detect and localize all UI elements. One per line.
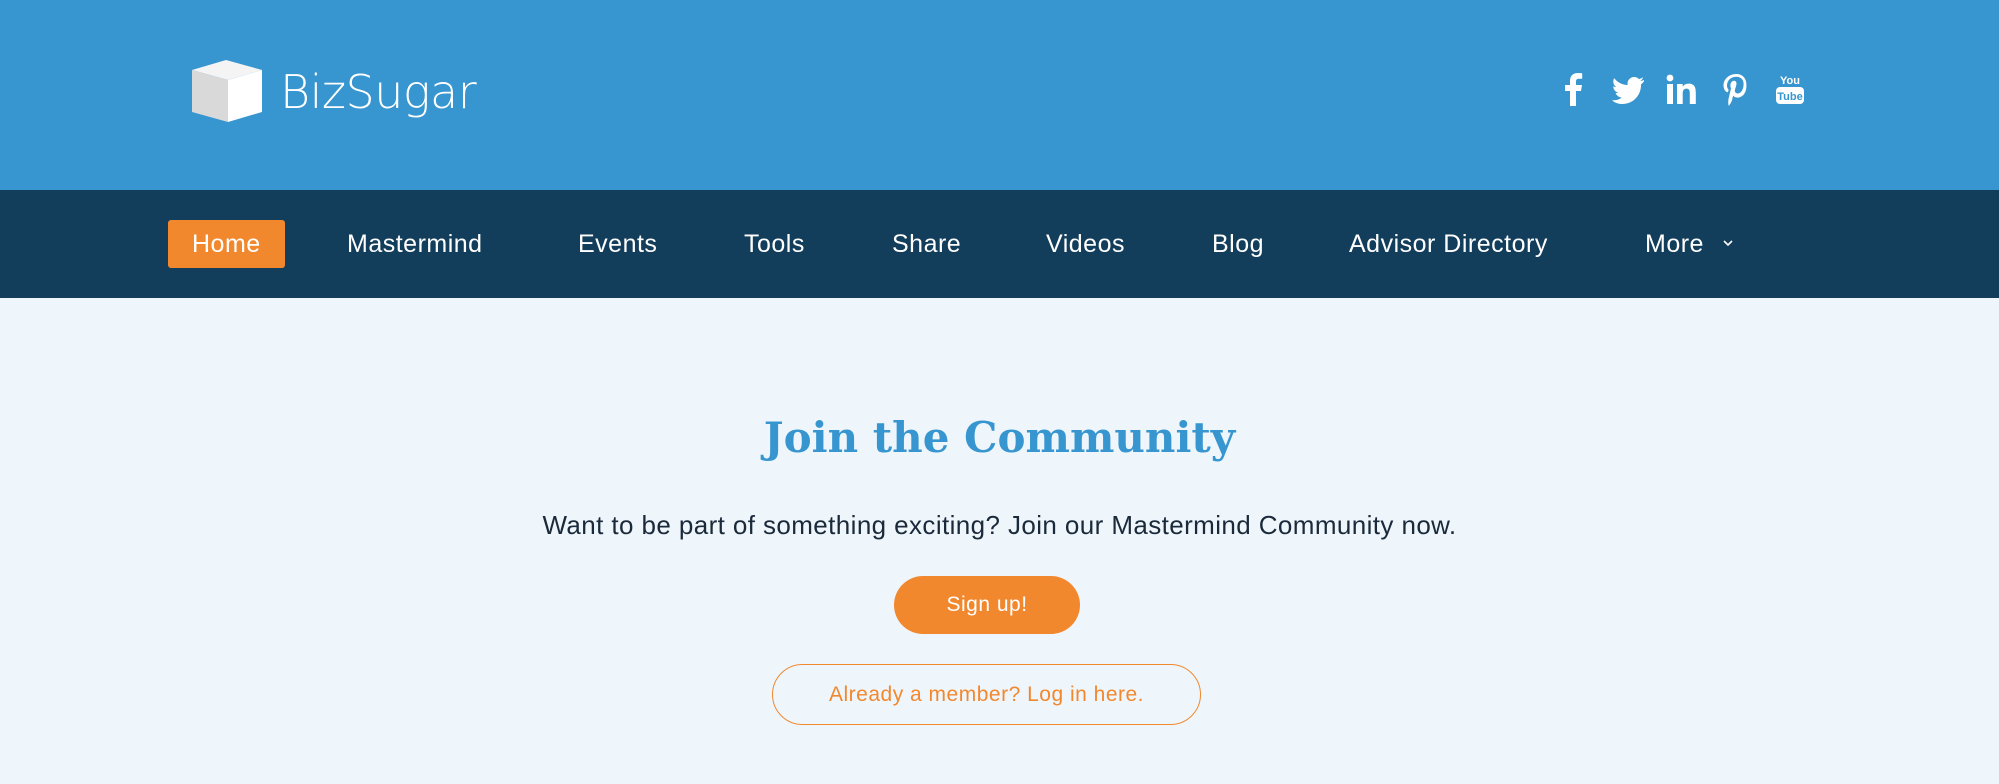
nav-item-blog[interactable]: Blog [1212,220,1264,268]
signup-button[interactable]: Sign up! [894,576,1080,634]
facebook-icon[interactable] [1556,72,1592,108]
login-button[interactable]: Already a member? Log in here. [772,664,1201,725]
cube-logo-icon [192,60,262,122]
youtube-icon[interactable]: You Tube [1772,72,1808,108]
nav-item-home[interactable]: Home [168,220,285,268]
nav-item-tools[interactable]: Tools [744,220,805,268]
site-header: BizSugar You Tube [0,0,1999,190]
nav-item-mastermind[interactable]: Mastermind [347,220,483,268]
nav-item-events[interactable]: Events [578,220,657,268]
svg-text:Tube: Tube [1777,91,1802,103]
nav-item-advisor-directory[interactable]: Advisor Directory [1349,220,1548,268]
twitter-icon[interactable] [1610,72,1646,108]
chevron-down-icon [1723,240,1733,247]
social-links: You Tube [1556,72,1826,108]
join-section: Join the Community Want to be part of so… [0,298,1999,784]
pinterest-icon[interactable] [1718,72,1754,108]
nav-item-videos[interactable]: Videos [1046,220,1125,268]
linkedin-icon[interactable] [1664,72,1700,108]
logo[interactable]: BizSugar [188,60,477,124]
nav-item-more[interactable]: More [1645,220,1733,268]
nav-item-more-label: More [1645,230,1704,258]
logo-text: BizSugar [280,65,477,119]
nav-item-share[interactable]: Share [892,220,961,268]
main-nav: Home Mastermind Events Tools Share Video… [0,190,1999,298]
svg-text:You: You [1780,75,1800,87]
page-title: Join the Community [763,413,1236,462]
subtitle: Want to be part of something exciting? J… [542,510,1457,540]
